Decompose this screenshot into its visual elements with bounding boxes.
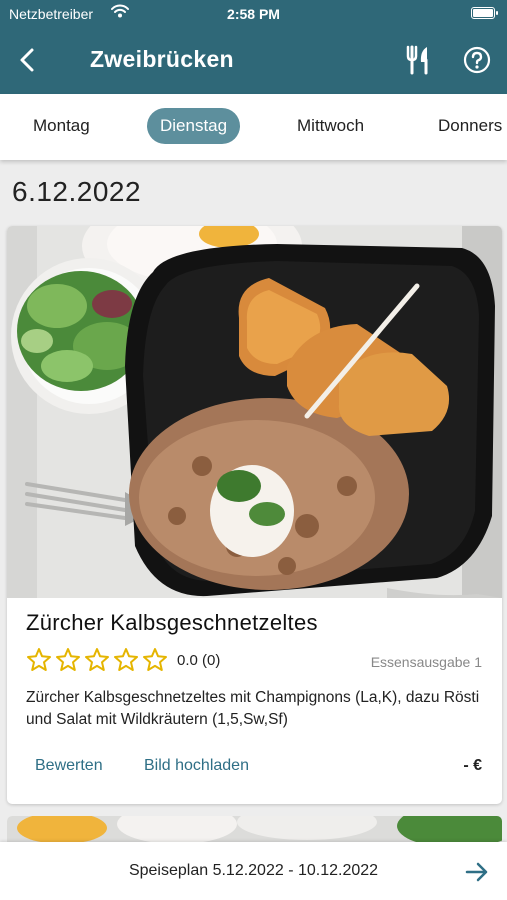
tab-dienstag[interactable]: Dienstag <box>147 108 241 144</box>
star-icon[interactable] <box>26 647 52 673</box>
cutlery-icon[interactable] <box>405 45 433 75</box>
week-range: Speiseplan 5.12.2022 - 10.12.2022 <box>128 862 379 879</box>
tab-montag[interactable]: Montag <box>33 108 90 144</box>
weekday-tabs: Montag Dienstag Mittwoch Donners <box>0 94 507 160</box>
star-icon[interactable] <box>113 647 139 673</box>
serving-counter: Essensausgabe 1 <box>370 654 482 670</box>
star-icon[interactable] <box>84 647 110 673</box>
tab-donnerstag[interactable]: Donners <box>438 108 502 144</box>
meal-price: - € <box>463 757 482 774</box>
battery-icon <box>471 7 498 19</box>
week-footer: Speiseplan 5.12.2022 - 10.12.2022 <box>0 842 507 900</box>
upload-image-button[interactable]: Bild hochladen <box>144 757 249 775</box>
tab-mittwoch[interactable]: Mittwoch <box>297 108 364 144</box>
star-icon[interactable] <box>142 647 168 673</box>
page-title: Zweibrücken <box>90 46 234 72</box>
navigation-bar: Zweibrücken <box>0 26 507 94</box>
rating-stars[interactable] <box>26 647 168 673</box>
back-arrow-icon[interactable] <box>14 46 42 74</box>
date-heading: 6.12.2022 <box>12 176 142 207</box>
help-icon[interactable] <box>463 46 491 74</box>
meal-title: Zürcher Kalbsgeschnetzeltes <box>26 610 318 635</box>
meal-description: Zürcher Kalbsgeschnetzeltes mit Champign… <box>26 689 480 728</box>
meal-photo[interactable] <box>7 226 502 598</box>
rating-value: 0.0 (0) <box>177 652 221 669</box>
star-icon[interactable] <box>55 647 81 673</box>
rate-button[interactable]: Bewerten <box>35 757 103 775</box>
status-bar: Netzbetreiber 2:58 PM <box>0 0 507 26</box>
meal-card: Zürcher Kalbsgeschnetzeltes 0.0 (0) Esse… <box>7 226 502 804</box>
status-time: 2:58 PM <box>227 6 280 22</box>
arrow-right-icon[interactable] <box>464 859 490 885</box>
